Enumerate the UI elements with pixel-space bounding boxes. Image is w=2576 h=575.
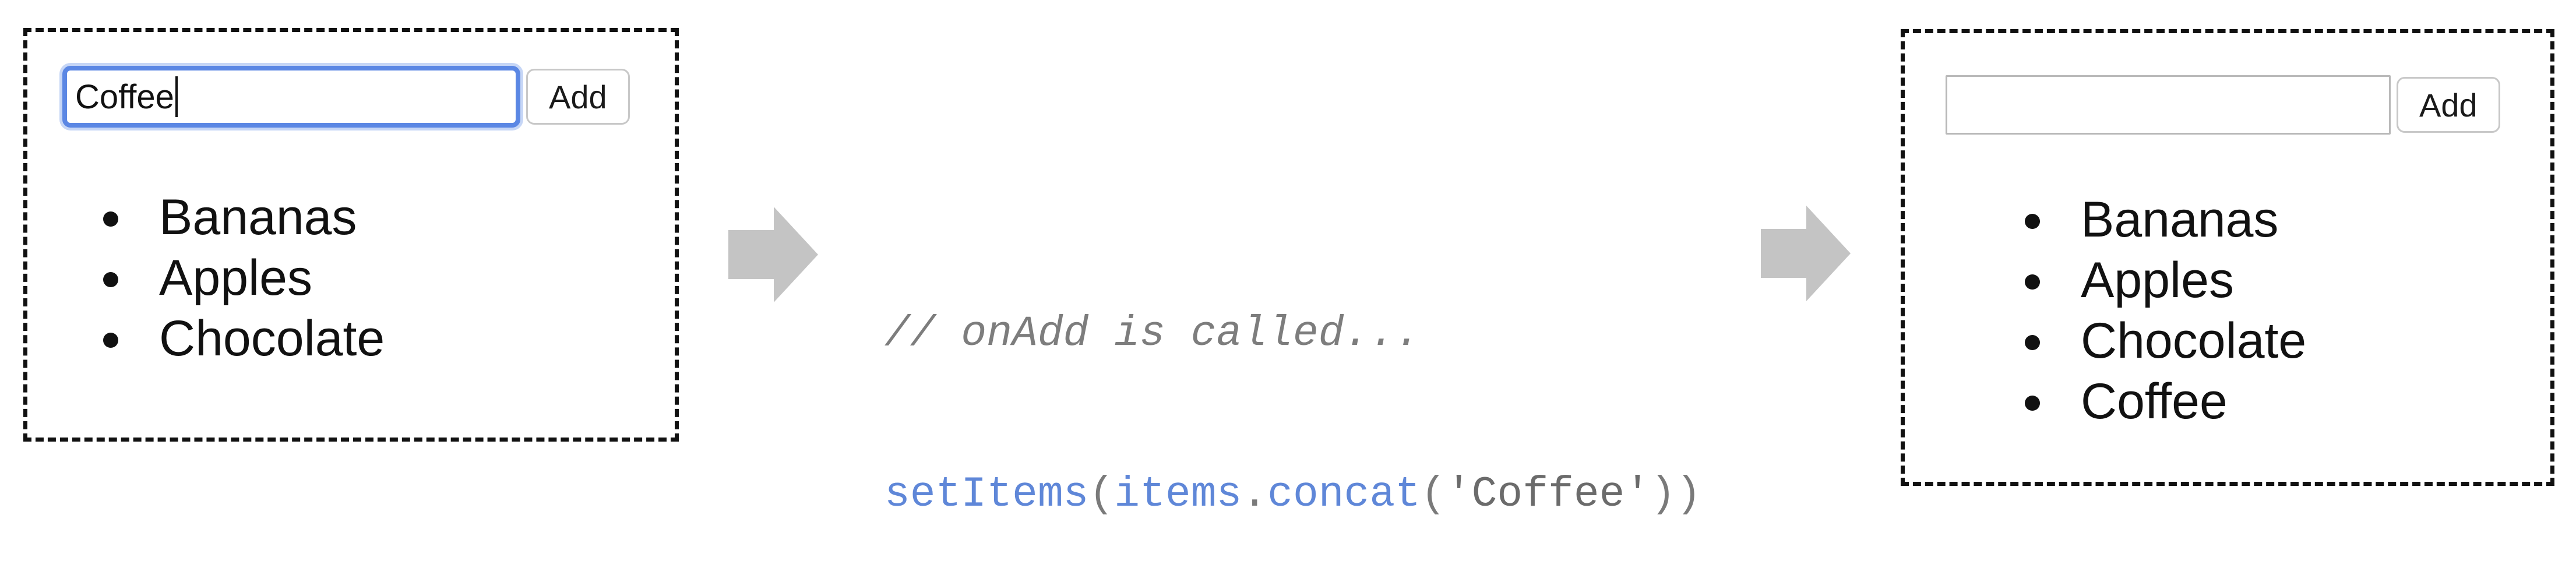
list-item: Chocolate xyxy=(2025,311,2306,371)
item-text-input[interactable]: Coffee xyxy=(62,66,520,128)
list-item: Apples xyxy=(103,248,385,308)
code-snippet: // onAdd is called... setItems(items.con… xyxy=(884,200,1701,575)
code-dot: . xyxy=(1242,470,1268,518)
before-state-frame: Coffee Add Bananas Apples Chocolate xyxy=(23,28,679,442)
list-item: Bananas xyxy=(103,187,385,248)
bullet-icon xyxy=(2025,396,2040,411)
code-function-name: setItems xyxy=(884,470,1089,518)
code-string-argument: 'Coffee' xyxy=(1446,470,1651,518)
after-state-frame: Add Bananas Apples Chocolate Coffee xyxy=(1901,29,2554,486)
list-item-label: Bananas xyxy=(159,189,357,245)
add-button[interactable]: Add xyxy=(526,69,630,125)
text-caret xyxy=(175,76,178,117)
code-method-name: concat xyxy=(1267,470,1421,518)
list-item: Chocolate xyxy=(103,308,385,369)
right-arrow-icon xyxy=(1761,206,1851,301)
list-item: Apples xyxy=(2025,250,2306,311)
item-list: Bananas Apples Chocolate Coffee xyxy=(2025,189,2306,432)
bullet-icon xyxy=(2025,214,2040,229)
bullet-icon xyxy=(103,272,118,287)
list-item: Coffee xyxy=(2025,371,2306,432)
add-button[interactable]: Add xyxy=(2397,77,2500,133)
code-method-open-paren: ( xyxy=(1420,470,1446,518)
code-close-parens: )) xyxy=(1650,470,1701,518)
list-item-label: Chocolate xyxy=(159,311,385,366)
list-item-label: Apples xyxy=(2081,252,2234,308)
list-item-label: Bananas xyxy=(2081,192,2279,248)
bullet-icon xyxy=(103,333,118,348)
code-argument-object: items xyxy=(1114,470,1242,518)
bullet-icon xyxy=(103,211,118,227)
right-arrow-icon xyxy=(728,207,818,302)
input-value: Coffee xyxy=(75,77,174,116)
code-statement: setItems(items.concat('Coffee')) xyxy=(884,468,1701,521)
list-item-label: Chocolate xyxy=(2081,313,2307,369)
item-text-input[interactable] xyxy=(1946,75,2391,135)
add-item-form: Coffee Add xyxy=(62,66,630,128)
list-item-label: Coffee xyxy=(2081,373,2228,429)
bullet-icon xyxy=(2025,274,2040,290)
list-item: Bananas xyxy=(2025,189,2306,250)
item-list: Bananas Apples Chocolate xyxy=(103,187,385,369)
list-item-label: Apples xyxy=(159,250,312,306)
code-comment: // onAdd is called... xyxy=(884,309,1421,358)
code-open-paren: ( xyxy=(1088,470,1115,518)
add-item-form: Add xyxy=(1946,75,2500,135)
bullet-icon xyxy=(2025,335,2040,350)
